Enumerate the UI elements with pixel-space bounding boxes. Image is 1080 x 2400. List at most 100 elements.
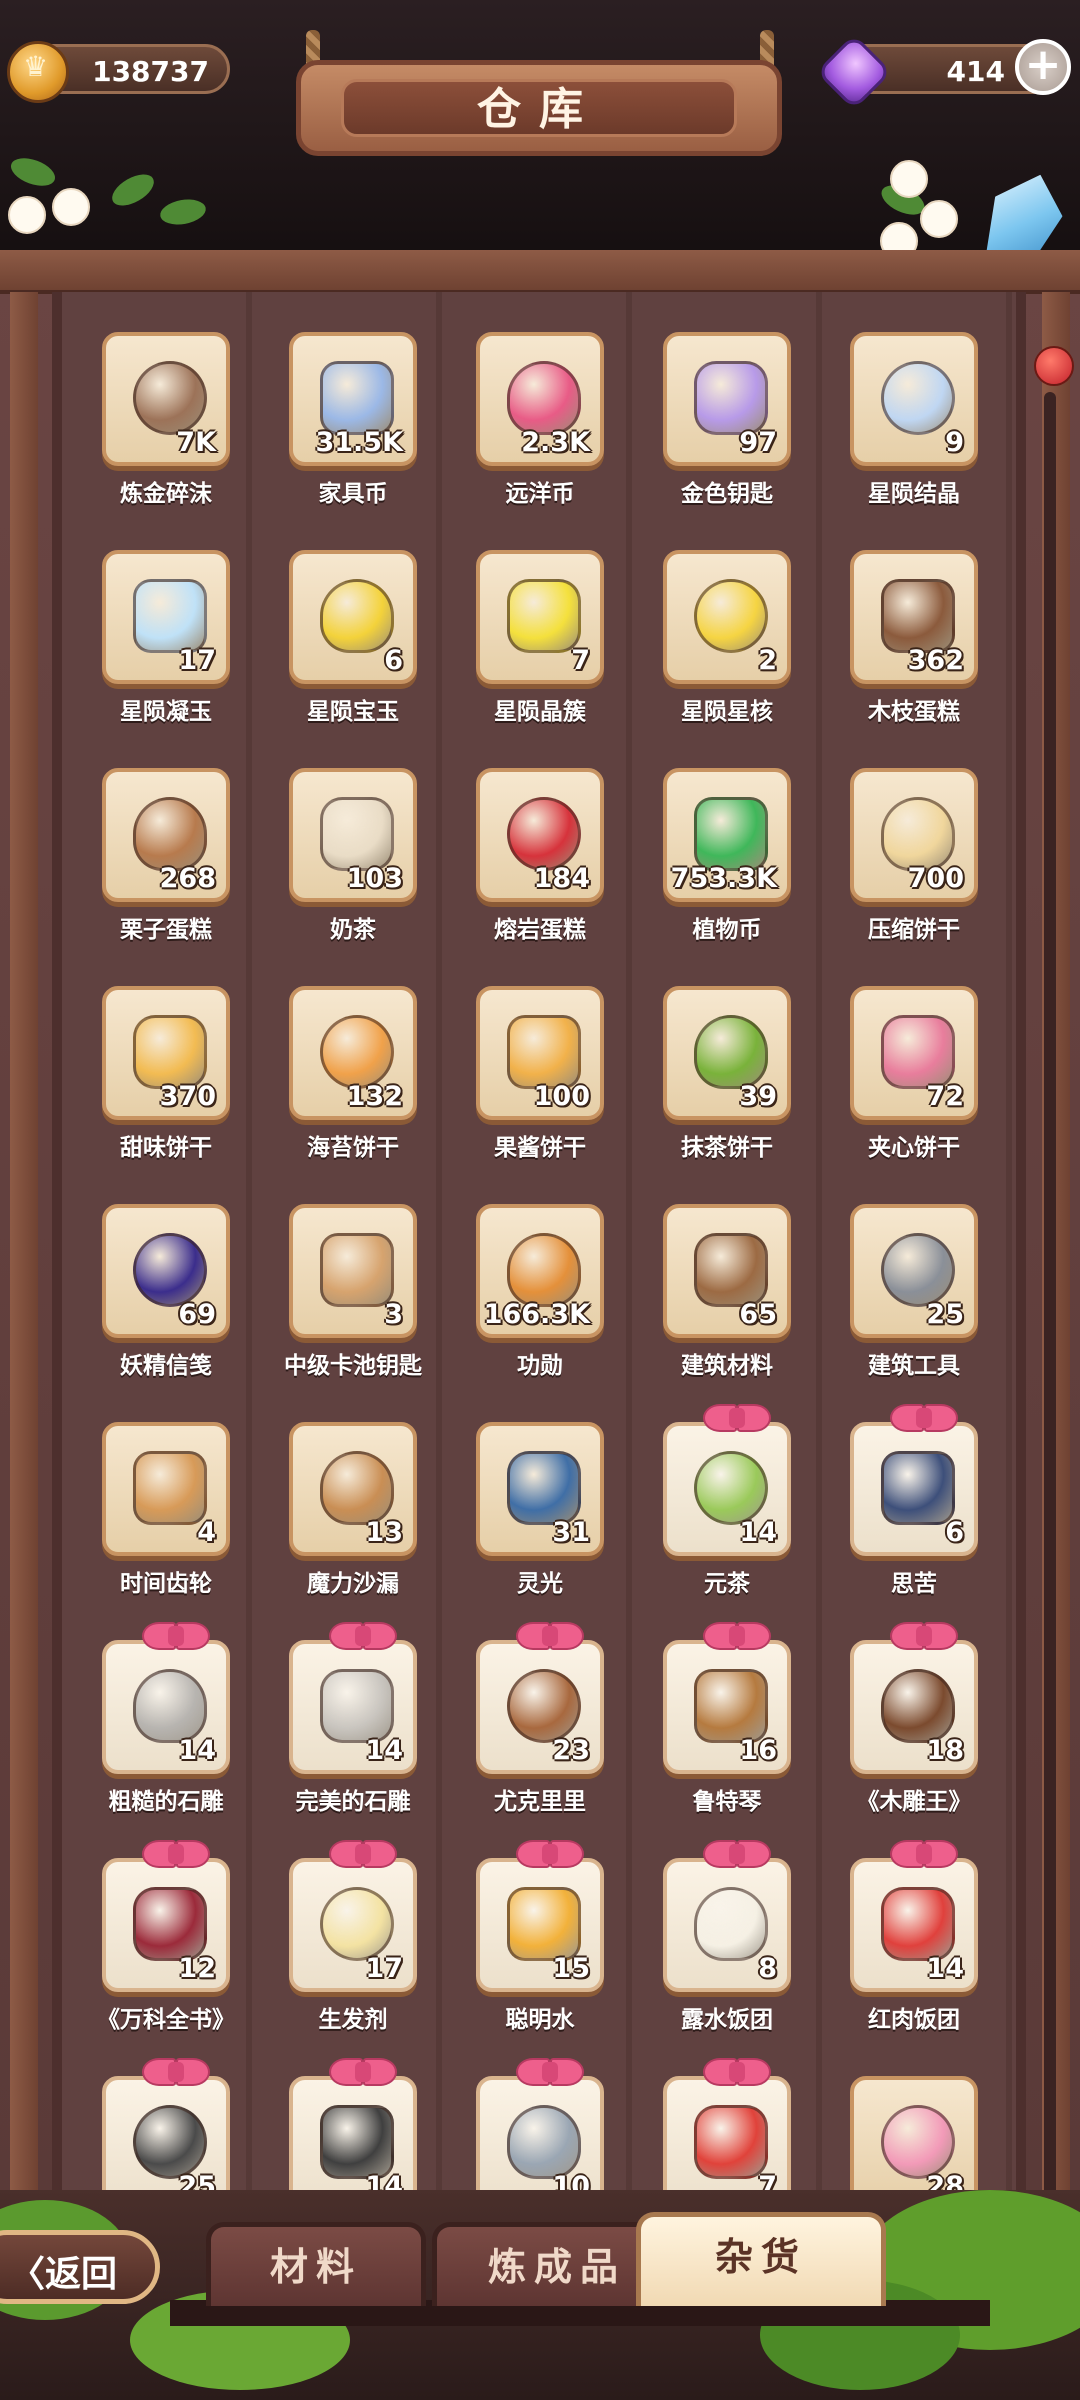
ribbon-bow-icon [329,1840,397,1872]
add-gems-button[interactable]: + [1015,39,1071,95]
back-button[interactable]: 〈返回 [0,2230,160,2304]
item-card[interactable]: 31 [476,1422,604,1556]
inventory-item[interactable]: 7K 炼金碎沫 [96,326,236,526]
item-card[interactable]: 7K [102,332,230,466]
inventory-item[interactable]: 103 奶茶 [283,762,423,962]
inventory-item[interactable]: 16 鲁特琴 [657,1622,797,1834]
item-card[interactable]: 72 [850,986,978,1120]
item-card[interactable]: 12 [102,1840,230,1992]
item-card[interactable]: 23 [476,1622,604,1774]
item-count: 12 [178,1953,216,1984]
inventory-item[interactable]: 12 《万科全书》 [96,1840,236,2052]
item-count: 8 [758,1953,777,1984]
item-card[interactable]: 17 [289,1840,417,1992]
inventory-item[interactable]: 362 木枝蛋糕 [844,544,984,744]
item-count: 6 [384,645,403,676]
inventory-item[interactable]: 39 抹茶饼干 [657,980,797,1180]
item-card[interactable]: 39 [663,986,791,1120]
inventory-item[interactable]: 14 完美的石雕 [283,1622,423,1834]
inventory-item[interactable]: 18 《木雕王》 [844,1622,984,1834]
inventory-item[interactable]: 72 夹心饼干 [844,980,984,1180]
item-card[interactable]: 2.3K [476,332,604,466]
item-card[interactable]: 65 [663,1204,791,1338]
inventory-item[interactable]: 2.3K 远洋币 [470,326,610,526]
item-label: 星陨结晶 [868,481,960,507]
item-card[interactable]: 362 [850,550,978,684]
inventory-item[interactable]: 166.3K 功勋 [470,1198,610,1398]
inventory-item[interactable]: 31.5K 家具币 [283,326,423,526]
item-card[interactable]: 25 [850,1204,978,1338]
item-card[interactable]: 9 [850,332,978,466]
item-card[interactable]: 14 [663,1404,791,1556]
inventory-item[interactable]: 14 粗糙的石雕 [96,1622,236,1834]
item-label: 聪明水 [505,2007,575,2033]
item-card[interactable]: 753.3K [663,768,791,902]
item-card[interactable]: 6 [289,550,417,684]
inventory-item[interactable]: 69 妖精信笺 [96,1198,236,1398]
inventory-item[interactable]: 23 尤克里里 [470,1622,610,1834]
item-card[interactable]: 17 [102,550,230,684]
inventory-item[interactable]: 15 聪明水 [470,1840,610,2052]
item-card[interactable]: 166.3K [476,1204,604,1338]
inventory-item[interactable]: 31 灵光 [470,1416,610,1616]
item-card[interactable]: 14 [850,1840,978,1992]
item-count: 15 [552,1953,590,1984]
item-card[interactable]: 15 [476,1840,604,1992]
item-card[interactable]: 16 [663,1622,791,1774]
item-card[interactable]: 700 [850,768,978,902]
inventory-item[interactable]: 100 果酱饼干 [470,980,610,1180]
item-card[interactable]: 100 [476,986,604,1120]
item-card[interactable]: 132 [289,986,417,1120]
inventory-item[interactable]: 184 熔岩蛋糕 [470,762,610,962]
inventory-item[interactable]: 7 星陨晶簇 [470,544,610,744]
item-card[interactable]: 69 [102,1204,230,1338]
coin-value: 138737 [92,55,209,88]
inventory-item[interactable]: 268 栗子蛋糕 [96,762,236,962]
item-count: 14 [365,1735,403,1766]
item-card[interactable]: 14 [102,1622,230,1774]
item-card[interactable]: 370 [102,986,230,1120]
item-card[interactable]: 3 [289,1204,417,1338]
inventory-item[interactable]: 753.3K 植物币 [657,762,797,962]
item-card[interactable]: 4 [102,1422,230,1556]
tab-sundries[interactable]: 杂货 [636,2212,886,2306]
scrollbar[interactable] [1044,392,1056,2212]
inventory-item[interactable]: 3 中级卡池钥匙 [283,1198,423,1398]
item-card[interactable]: 8 [663,1840,791,1992]
item-card[interactable]: 2 [663,550,791,684]
inventory-item[interactable]: 14 元茶 [657,1404,797,1616]
inventory-item[interactable]: 17 星陨凝玉 [96,544,236,744]
item-label: 建筑工具 [868,1353,960,1379]
inventory-item[interactable]: 9 星陨结晶 [844,326,984,526]
inventory-item[interactable]: 14 红肉饭团 [844,1840,984,2052]
inventory-item[interactable]: 97 金色钥匙 [657,326,797,526]
inventory-item[interactable]: 700 压缩饼干 [844,762,984,962]
item-card[interactable]: 97 [663,332,791,466]
inventory-item[interactable]: 25 建筑工具 [844,1198,984,1398]
item-card[interactable]: 31.5K [289,332,417,466]
inventory-item[interactable]: 17 生发剂 [283,1840,423,2052]
item-label: 奶茶 [330,917,376,943]
item-card[interactable]: 18 [850,1622,978,1774]
ribbon-bow-icon [142,1840,210,1872]
item-count: 700 [907,863,964,894]
inventory-item[interactable]: 4 时间齿轮 [96,1416,236,1616]
inventory-item[interactable]: 6 思苦 [844,1404,984,1616]
inventory-item[interactable]: 8 露水饭团 [657,1840,797,2052]
item-card[interactable]: 268 [102,768,230,902]
tab-materials[interactable]: 材料 [206,2222,426,2306]
inventory-item[interactable]: 2 星陨星核 [657,544,797,744]
item-card[interactable]: 7 [476,550,604,684]
inventory-item[interactable]: 370 甜味饼干 [96,980,236,1180]
notification-dot-icon [1034,346,1074,386]
inventory-item[interactable]: 132 海苔饼干 [283,980,423,1180]
item-card[interactable]: 184 [476,768,604,902]
inventory-item[interactable]: 13 魔力沙漏 [283,1416,423,1616]
item-card[interactable]: 14 [289,1622,417,1774]
inventory-item[interactable]: 65 建筑材料 [657,1198,797,1398]
ribbon-bow-icon [703,1840,771,1872]
inventory-item[interactable]: 6 星陨宝玉 [283,544,423,744]
item-card[interactable]: 6 [850,1404,978,1556]
item-card[interactable]: 103 [289,768,417,902]
item-card[interactable]: 13 [289,1422,417,1556]
